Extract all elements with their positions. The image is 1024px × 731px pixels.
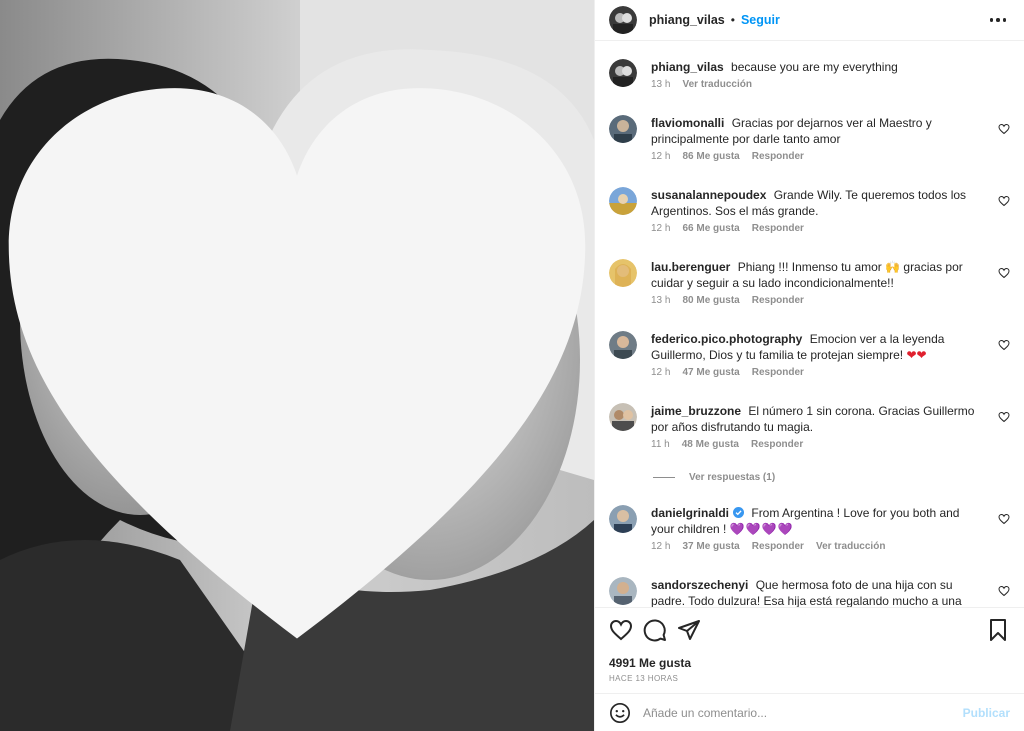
comment-avatar[interactable] — [609, 259, 637, 287]
heart-sticker-icon — [8, 88, 586, 639]
caption-text: phiang_vilas because you are my everythi… — [651, 59, 984, 75]
more-options-icon[interactable] — [986, 14, 1011, 26]
post-photo[interactable] — [0, 0, 594, 731]
share-icon[interactable] — [677, 618, 701, 642]
comment-avatar[interactable] — [609, 115, 637, 143]
header-separator: • — [730, 13, 735, 27]
post-timestamp[interactable]: Hace 13 horas — [609, 674, 678, 683]
comment-item: sandorszechenyi Que hermosa foto de una … — [609, 577, 1010, 607]
comment-time[interactable]: 11 h — [651, 439, 670, 450]
comment-item: federico.pico.photography Emocion ver a … — [609, 331, 1010, 378]
comment-item: lau.berenguer Phiang !!! Inmenso tu amor… — [609, 259, 1010, 306]
like-comment-icon[interactable] — [998, 123, 1010, 135]
author-username[interactable]: phiang_vilas — [649, 13, 725, 27]
reply-button[interactable]: Responder — [752, 295, 804, 306]
comment-avatar[interactable] — [609, 187, 637, 215]
comment-username[interactable]: danielgrinaldi — [651, 506, 729, 520]
comment-emoji: 💜💜💜💜 — [729, 522, 794, 536]
comment-avatar[interactable] — [609, 577, 637, 605]
translate-link[interactable]: Ver traducción — [816, 541, 885, 552]
comment-username[interactable]: sandorszechenyi — [651, 578, 748, 592]
emoji-picker-icon[interactable] — [609, 702, 631, 724]
caption-body: because you are my everything — [731, 60, 898, 74]
post-caption: phiang_vilas because you are my everythi… — [609, 59, 1010, 90]
comment-likes[interactable]: 37 Me gusta — [682, 541, 739, 552]
comment-icon[interactable] — [643, 618, 667, 642]
like-comment-icon[interactable] — [998, 411, 1010, 423]
caption-username[interactable]: phiang_vilas — [651, 60, 724, 74]
post-header: phiang_vilas • Seguir — [595, 0, 1024, 41]
like-comment-icon[interactable] — [998, 339, 1010, 351]
action-bar — [609, 618, 1010, 642]
reply-button[interactable]: Responder — [752, 541, 804, 552]
comment-time[interactable]: 12 h — [651, 151, 670, 162]
comment-time[interactable]: 12 h — [651, 541, 670, 552]
comment-item: susanalannepoudex Grande Wily. Te querem… — [609, 187, 1010, 234]
comment-item: jaime_bruzzone El número 1 sin corona. G… — [609, 403, 1010, 450]
comment-item: danielgrinaldi From Argentina ! Love for… — [609, 505, 1010, 552]
comments-list[interactable]: phiang_vilas because you are my everythi… — [595, 41, 1024, 607]
reply-button[interactable]: Responder — [751, 439, 803, 450]
instagram-post-modal: phiang_vilas • Seguir phiang_vilas becau… — [0, 0, 1024, 731]
comment-likes[interactable]: 80 Me gusta — [682, 295, 739, 306]
comment-input[interactable] — [643, 705, 963, 720]
post-likes-count[interactable]: 4991 Me gusta — [609, 656, 691, 670]
reply-button[interactable]: Responder — [752, 223, 804, 234]
save-bookmark-icon[interactable] — [986, 618, 1010, 642]
comment-likes[interactable]: 86 Me gusta — [682, 151, 739, 162]
comment-time[interactable]: 13 h — [651, 295, 670, 306]
view-replies-line — [653, 477, 675, 478]
like-post-icon[interactable] — [609, 618, 633, 642]
post-actions: 4991 Me gusta Hace 13 horas Publicar — [595, 607, 1024, 731]
author-avatar[interactable] — [609, 6, 637, 34]
comment-likes[interactable]: 47 Me gusta — [682, 367, 739, 378]
comment-likes[interactable]: 66 Me gusta — [682, 223, 739, 234]
like-comment-icon[interactable] — [998, 267, 1010, 279]
caption-translate-link[interactable]: Ver traducción — [682, 79, 751, 90]
comment-avatar[interactable] — [609, 331, 637, 359]
reply-button[interactable]: Responder — [752, 151, 804, 162]
comment-avatar[interactable] — [609, 403, 637, 431]
add-comment-bar: Publicar — [595, 693, 1024, 731]
view-replies-button[interactable]: Ver respuestas (1) — [653, 472, 775, 483]
view-replies-label: Ver respuestas (1) — [689, 472, 776, 483]
reply-button[interactable]: Responder — [752, 367, 804, 378]
like-comment-icon[interactable] — [998, 195, 1010, 207]
comment-item: flaviomonalli Gracias por dejarnos ver a… — [609, 115, 1010, 162]
comment-username[interactable]: jaime_bruzzone — [651, 404, 741, 418]
comment-time[interactable]: 12 h — [651, 367, 670, 378]
comment-emoji: ❤❤ — [906, 348, 927, 362]
comment-username[interactable]: federico.pico.photography — [651, 332, 802, 346]
comment-avatar[interactable] — [609, 505, 637, 533]
comment-username[interactable]: lau.berenguer — [651, 260, 730, 274]
post-side-panel: phiang_vilas • Seguir phiang_vilas becau… — [594, 0, 1024, 731]
comment-time[interactable]: 12 h — [651, 223, 670, 234]
comment-likes[interactable]: 48 Me gusta — [682, 439, 739, 450]
like-comment-icon[interactable] — [998, 585, 1010, 597]
like-comment-icon[interactable] — [998, 513, 1010, 525]
comment-username[interactable]: susanalannepoudex — [651, 188, 766, 202]
comment-username[interactable]: flaviomonalli — [651, 116, 724, 130]
caption-avatar[interactable] — [609, 59, 637, 87]
verified-badge-icon — [733, 507, 745, 518]
follow-button[interactable]: Seguir — [741, 13, 780, 27]
caption-time[interactable]: 13 h — [651, 79, 670, 90]
publish-button[interactable]: Publicar — [963, 706, 1010, 720]
